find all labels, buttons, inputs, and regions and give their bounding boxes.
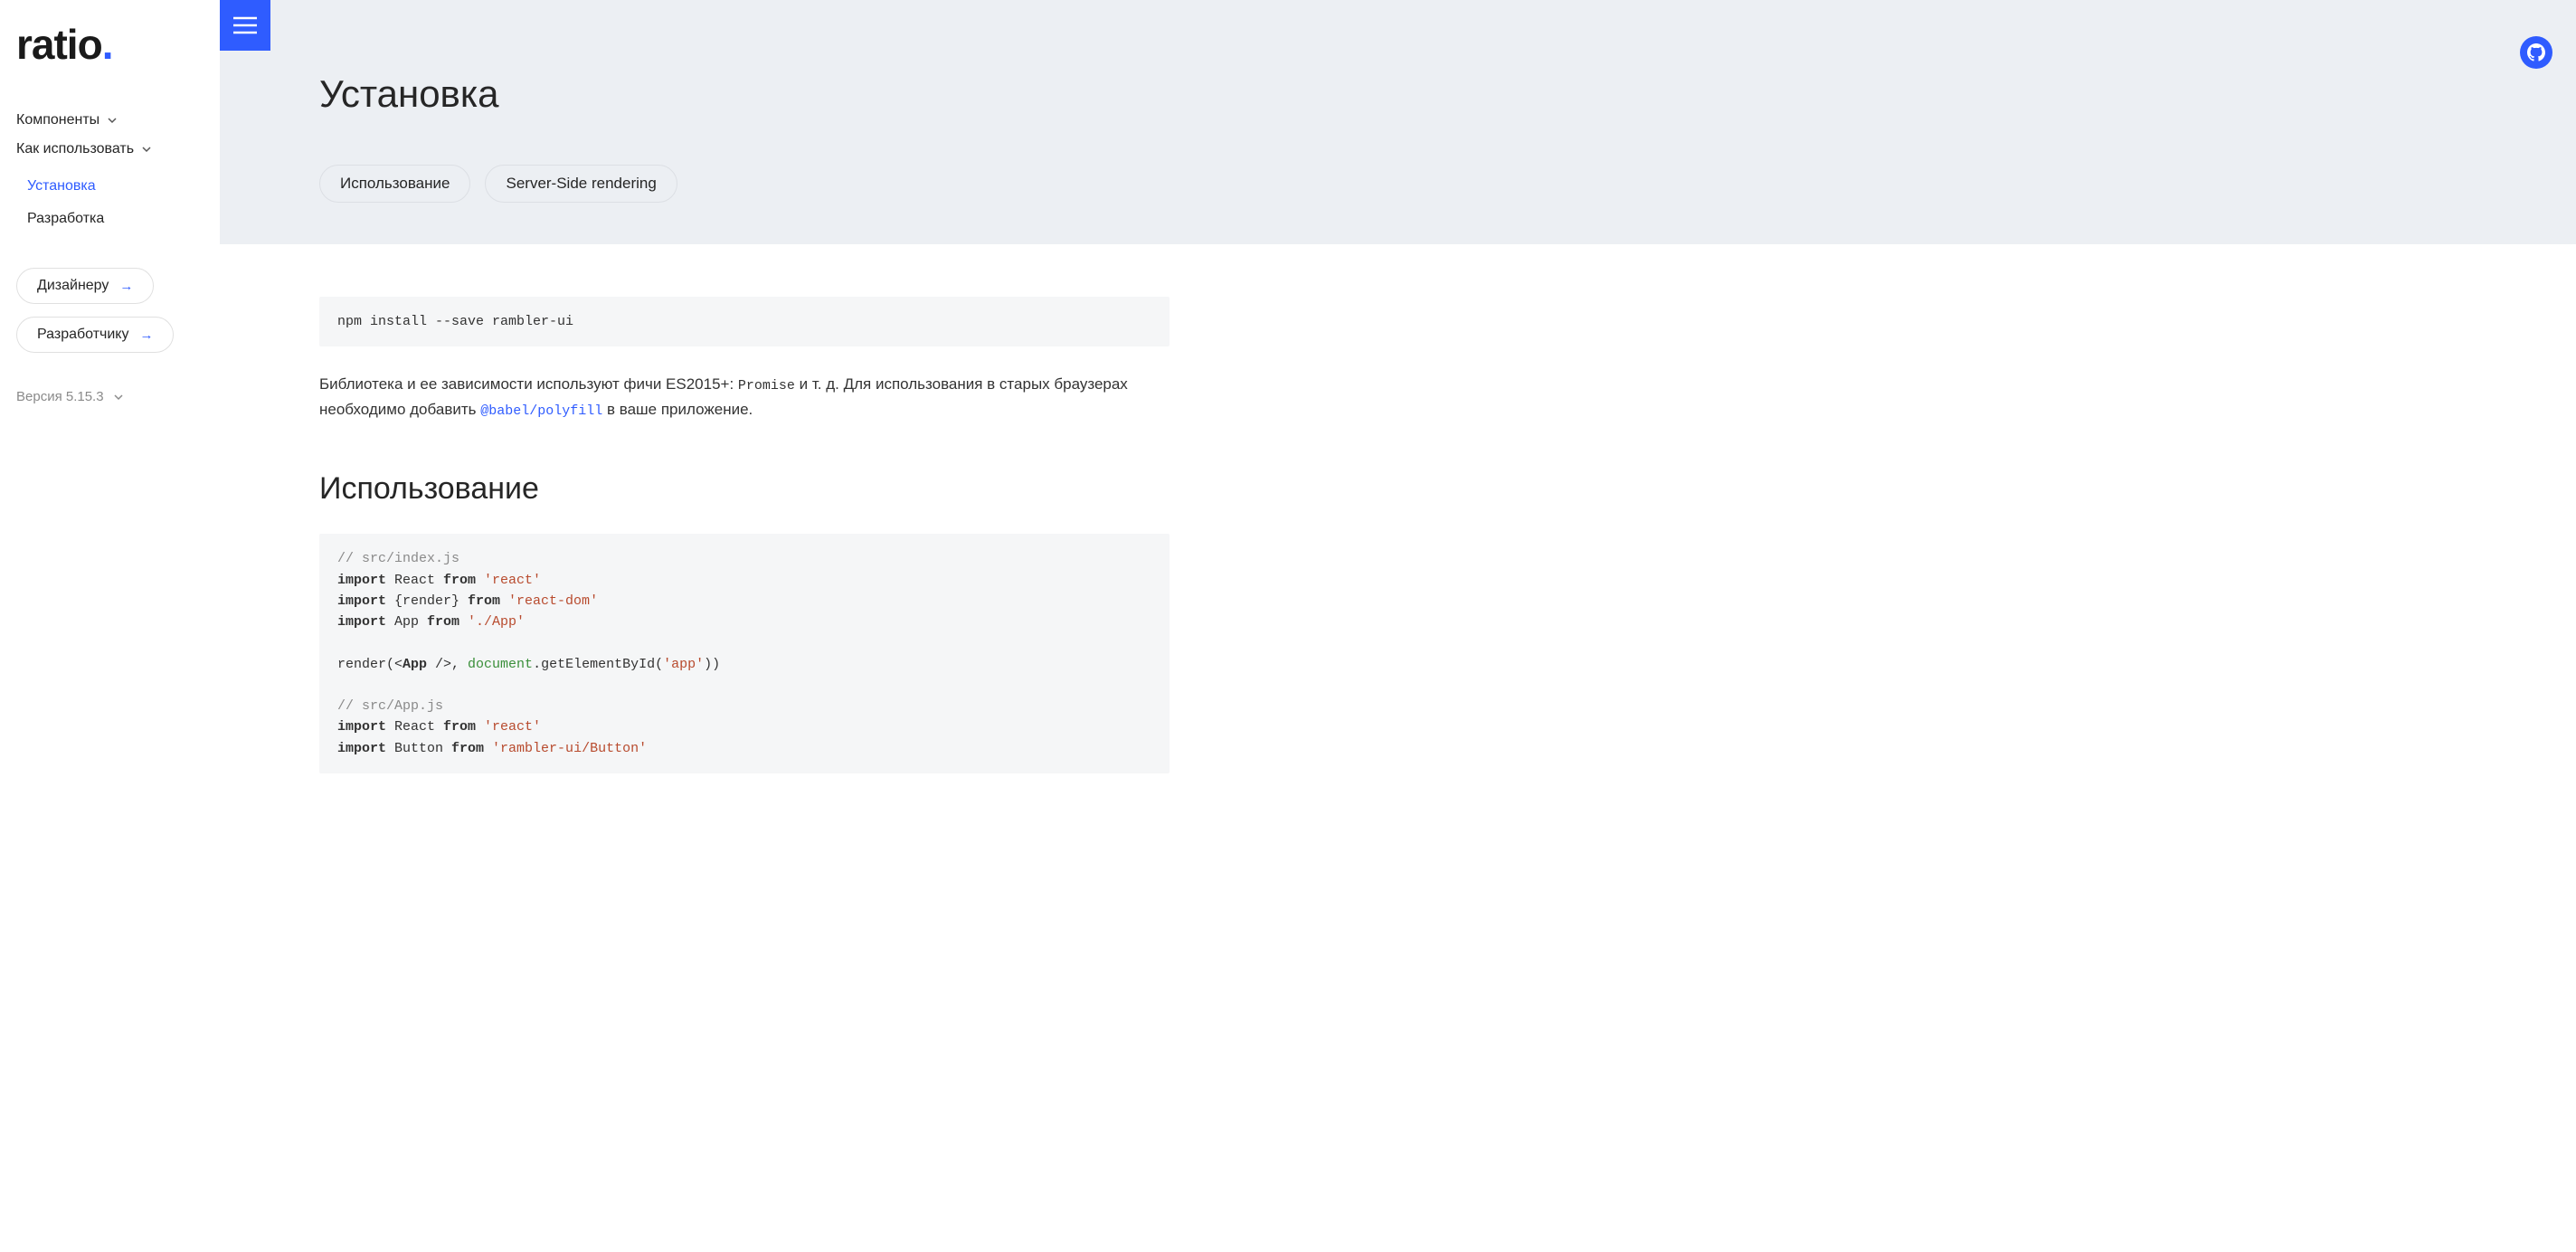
usage-codeblock: // src/index.js import React from 'react…: [319, 534, 1170, 773]
chevron-down-icon: [107, 115, 118, 126]
polyfill-link[interactable]: @babel/polyfill: [480, 403, 602, 419]
inline-code: Promise: [738, 378, 795, 394]
nav-top-label: Компоненты: [16, 112, 99, 128]
main: Установка Использование Server-Side rend…: [220, 0, 2576, 1252]
hamburger-icon: [233, 16, 257, 34]
arrow-right-icon: →: [119, 279, 133, 294]
nav-top-label: Как использовать: [16, 141, 134, 157]
pill-developer[interactable]: Разработчику →: [16, 317, 174, 353]
pill-label: Дизайнеру: [37, 278, 109, 294]
version-label: Версия 5.15.3: [16, 389, 104, 404]
usage-heading: Использование: [319, 471, 1170, 507]
sidebar: ratio. Компоненты Как использовать Устан…: [0, 0, 220, 1252]
install-codeblock: npm install --save rambler-ui: [319, 297, 1170, 346]
subnav-develop[interactable]: Разработка: [16, 203, 220, 235]
nav-top-components[interactable]: Компоненты: [16, 112, 220, 128]
arrow-right-icon: →: [139, 327, 153, 343]
content: npm install --save rambler-ui Библиотека…: [220, 244, 1206, 810]
intro-paragraph: Библиотека и ее зависимости используют ф…: [319, 372, 1170, 422]
anchor-usage[interactable]: Использование: [319, 165, 470, 203]
logo-text: ratio: [16, 21, 102, 68]
github-icon: [2527, 43, 2545, 62]
pill-designer[interactable]: Дизайнеру →: [16, 268, 154, 304]
logo-dot: .: [102, 21, 113, 68]
subnav-install[interactable]: Установка: [16, 170, 220, 203]
chevron-down-icon: [113, 392, 124, 403]
pill-label: Разработчику: [37, 327, 128, 343]
anchor-ssr[interactable]: Server-Side rendering: [485, 165, 677, 203]
chevron-down-icon: [141, 144, 152, 155]
logo[interactable]: ratio.: [16, 20, 220, 69]
page-title: Установка: [319, 72, 2576, 116]
menu-button[interactable]: [220, 0, 270, 51]
hero: Установка Использование Server-Side rend…: [220, 0, 2576, 244]
version-selector[interactable]: Версия 5.15.3: [16, 389, 220, 404]
nav-top-howto[interactable]: Как использовать: [16, 141, 220, 157]
github-button[interactable]: [2520, 36, 2552, 69]
